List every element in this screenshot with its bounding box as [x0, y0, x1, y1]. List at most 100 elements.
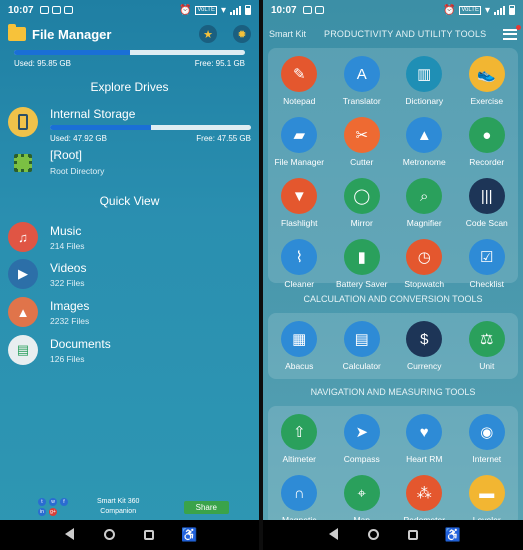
- google-plus-icon[interactable]: g+: [49, 508, 57, 516]
- quick-view-label: Documents: [50, 336, 111, 351]
- quick-view-count: 214 Files: [50, 240, 85, 251]
- quick-view-count: 322 Files: [50, 277, 85, 288]
- tool-label: Battery Saver: [336, 279, 388, 289]
- tool-recorder[interactable]: ● Recorder: [456, 117, 519, 167]
- music-icon: ♫: [8, 222, 38, 252]
- tool-unit[interactable]: ⚖ Unit: [456, 321, 519, 371]
- drive-root[interactable]: [Root] Root Directory: [8, 148, 251, 178]
- total-used: Used: 95.85 GB: [14, 59, 71, 68]
- tool-heart-rm[interactable]: ♥ Heart RM: [393, 414, 456, 464]
- file-manager-screen: 10:07 ⏰ VoLTE ▾ File Manager ★ ✹ Used: 9…: [0, 0, 259, 550]
- tool-battery-saver[interactable]: ▮ Battery Saver: [331, 239, 394, 289]
- quick-view-videos[interactable]: ▶ Videos 322 Files: [8, 259, 251, 289]
- website-icon[interactable]: w: [49, 498, 57, 506]
- tool-notepad[interactable]: ✎ Notepad: [268, 56, 331, 106]
- tool-translator[interactable]: A Translator: [331, 56, 394, 106]
- tool-abacus[interactable]: ▦ Abacus: [268, 321, 331, 371]
- recents-button[interactable]: [403, 528, 423, 543]
- tool-flashlight[interactable]: ▼ Flashlight: [268, 178, 331, 228]
- tool-file-manager[interactable]: ▰ File Manager: [268, 117, 331, 167]
- total-storage-bar: [14, 50, 245, 55]
- home-icon: [104, 528, 116, 540]
- metronome-icon: ▲: [406, 117, 443, 153]
- back-button[interactable]: [60, 527, 80, 543]
- tool-label: Heart RM: [406, 454, 443, 464]
- tool-altimeter[interactable]: ⇧ Altimeter: [268, 414, 331, 464]
- tool-stopwatch[interactable]: ◷ Stopwatch: [393, 239, 456, 289]
- home-icon: [367, 528, 379, 540]
- stopwatch-icon: ◷: [406, 239, 443, 275]
- tool-cleaner[interactable]: ⌇ Cleaner: [268, 239, 331, 289]
- quick-view-music[interactable]: ♫ Music 214 Files: [8, 222, 251, 252]
- tool-label: Flashlight: [281, 218, 318, 228]
- quick-view-images[interactable]: ▲ Images 2232 Files: [8, 297, 251, 327]
- tool-leveler[interactable]: ▬Leveler: [456, 475, 519, 525]
- companion-app-name: Smart Kit 360: [97, 498, 140, 505]
- flashlight-icon: ▼: [281, 178, 318, 214]
- companion-app[interactable]: Smart Kit 360 Companion: [97, 497, 139, 517]
- tool-label: Code Scan: [465, 218, 508, 228]
- tool-label: Currency: [407, 361, 442, 371]
- dictionary-icon: ▥: [406, 56, 443, 92]
- drive-title: [Root]: [50, 148, 83, 162]
- signal-icon: [494, 5, 505, 15]
- quick-view-label: Music: [50, 223, 82, 238]
- map-icon: ⌖: [343, 475, 380, 511]
- home-button[interactable]: [100, 528, 120, 543]
- page-title: File Manager: [32, 26, 112, 42]
- quick-view-count: 126 Files: [50, 353, 85, 364]
- tool-pedometer[interactable]: ⁂Pedometer: [393, 475, 456, 525]
- drive-subtitle: Root Directory: [50, 166, 105, 176]
- back-button[interactable]: [323, 527, 343, 543]
- tool-label: Notepad: [283, 96, 316, 106]
- tool-exercise[interactable]: 👟 Exercise: [456, 56, 519, 106]
- home-button[interactable]: [363, 528, 383, 543]
- wifi-icon: ▾: [220, 4, 226, 16]
- total-storage: Used: 95.85 GB Free: 95.1 GB: [14, 50, 245, 68]
- tool-map[interactable]: ⌖Map: [331, 475, 394, 525]
- quick-view-documents[interactable]: ▤ Documents 126 Files: [8, 335, 251, 365]
- star-icon: ★: [203, 28, 213, 41]
- tool-checklist[interactable]: ☑ Checklist: [456, 239, 519, 289]
- alarm-icon: ⏰: [442, 4, 456, 16]
- notepad-icon: ✎: [281, 56, 318, 92]
- smart-kit-screen: 10:07 ⏰ VoLTE ▾ Smart Kit PRODUCTIVITY A…: [263, 0, 523, 550]
- tool-label: Exercise: [470, 96, 504, 106]
- barcode-icon: |||: [468, 178, 505, 214]
- tool-metronome[interactable]: ▲ Metronome: [393, 117, 456, 167]
- tool-compass[interactable]: ➤ Compass: [331, 414, 394, 464]
- tool-mirror[interactable]: ◯ Mirror: [331, 178, 394, 228]
- tool-cutter[interactable]: ✂ Cutter: [331, 117, 394, 167]
- tool-code-scan[interactable]: ||| Code Scan: [456, 178, 519, 228]
- facebook-icon[interactable]: f: [60, 498, 68, 506]
- settings-button[interactable]: ✹: [233, 25, 251, 43]
- accessibility-button[interactable]: ♿: [179, 527, 199, 543]
- video-icon: ▶: [8, 259, 38, 289]
- tool-magnifier[interactable]: ⌕ Magnifier: [393, 178, 456, 228]
- drive-bar-fill: [50, 125, 151, 130]
- tool-calculator[interactable]: ▤ Calculator: [331, 321, 394, 371]
- tool-internet[interactable]: ◉ Internet: [456, 414, 519, 464]
- notification-icon: [39, 6, 49, 14]
- tool-magnetic[interactable]: ∩Magnetic: [268, 475, 331, 525]
- menu-button[interactable]: [503, 24, 521, 40]
- recents-button[interactable]: [139, 528, 159, 543]
- star-button[interactable]: ★: [199, 25, 217, 43]
- phone-storage-icon: [8, 107, 38, 137]
- accessibility-button[interactable]: ♿: [443, 527, 463, 543]
- app-header: File Manager ★ ✹: [8, 22, 251, 46]
- abacus-icon: ▦: [281, 321, 318, 357]
- tool-label: Mirror: [350, 218, 373, 228]
- section-title-navigation: NAVIGATION AND MEASURING TOOLS: [310, 387, 476, 397]
- drive-internal-storage[interactable]: Internal Storage Used: 47.92 GB Free: 47…: [8, 107, 251, 143]
- tool-currency[interactable]: $ Currency: [393, 321, 456, 371]
- share-button[interactable]: Share: [183, 500, 229, 514]
- image-icon: ▲: [8, 297, 38, 327]
- linkedin-icon[interactable]: in: [38, 508, 46, 516]
- tool-label: Abacus: [285, 361, 314, 371]
- notification-icons: [302, 6, 324, 14]
- status-right: ⏰ VoLTE ▾: [179, 5, 251, 16]
- tool-label: Recorder: [469, 157, 505, 167]
- tool-dictionary[interactable]: ▥ Dictionary: [393, 56, 456, 106]
- twitter-icon[interactable]: t: [38, 498, 46, 506]
